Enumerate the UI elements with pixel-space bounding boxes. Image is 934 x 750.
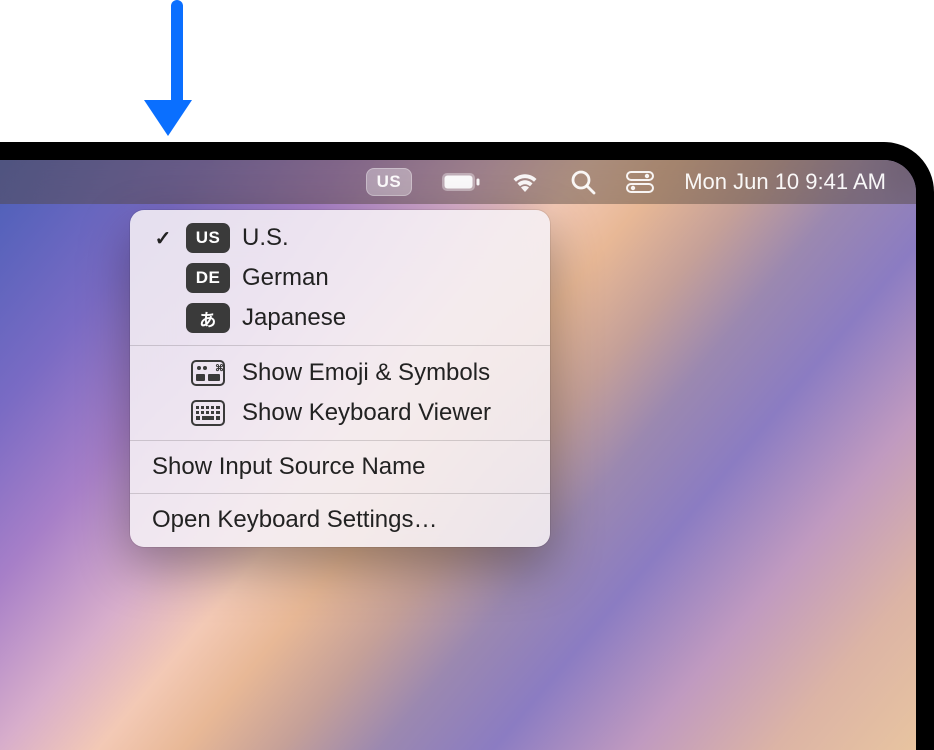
wifi-icon[interactable] xyxy=(510,166,540,198)
device-bezel: US xyxy=(0,142,934,750)
input-source-menu[interactable]: US xyxy=(366,166,413,198)
lang-label: U.S. xyxy=(242,224,289,252)
lang-label: German xyxy=(242,264,329,292)
open-keyboard-settings[interactable]: Open Keyboard Settings… xyxy=(130,501,550,539)
emoji-symbols-icon: ⌘ xyxy=(186,358,230,388)
input-source-item-german[interactable]: ✓ DE German xyxy=(130,258,550,298)
input-source-item-us[interactable]: ✓ US U.S. xyxy=(130,218,550,258)
menubar: US xyxy=(0,160,916,204)
checkmark-icon: ✓ xyxy=(152,226,174,251)
lang-label: Japanese xyxy=(242,304,346,332)
show-input-source-name[interactable]: Show Input Source Name xyxy=(130,448,550,486)
lang-badge: あ xyxy=(186,303,230,333)
input-source-badge: US xyxy=(366,168,413,196)
keyboard-viewer-icon xyxy=(186,398,230,428)
menu-divider xyxy=(130,493,550,494)
show-emoji-symbols[interactable]: ✓ ⌘ Show Emoji & Symbols xyxy=(130,353,550,393)
menubar-clock[interactable]: Mon Jun 10 9:41 AM xyxy=(684,166,886,198)
lang-badge: DE xyxy=(186,263,230,293)
input-source-dropdown: ✓ US U.S. ✓ DE German ✓ あ Japanese ✓ xyxy=(130,210,550,547)
show-keyboard-viewer[interactable]: ✓ xyxy=(130,393,550,433)
search-icon[interactable] xyxy=(570,166,596,198)
menu-label: Open Keyboard Settings… xyxy=(152,506,438,534)
desktop-wallpaper: US xyxy=(0,160,916,750)
input-source-item-japanese[interactable]: ✓ あ Japanese xyxy=(130,298,550,338)
lang-badge: US xyxy=(186,223,230,253)
control-center-icon[interactable] xyxy=(626,166,654,198)
annotation-arrow xyxy=(162,0,192,136)
menu-label: Show Input Source Name xyxy=(152,453,425,481)
menu-divider xyxy=(130,440,550,441)
svg-text:⌘: ⌘ xyxy=(215,363,224,373)
battery-icon[interactable] xyxy=(442,166,480,198)
menu-divider xyxy=(130,345,550,346)
menu-label: Show Keyboard Viewer xyxy=(242,399,491,427)
menu-label: Show Emoji & Symbols xyxy=(242,359,490,387)
